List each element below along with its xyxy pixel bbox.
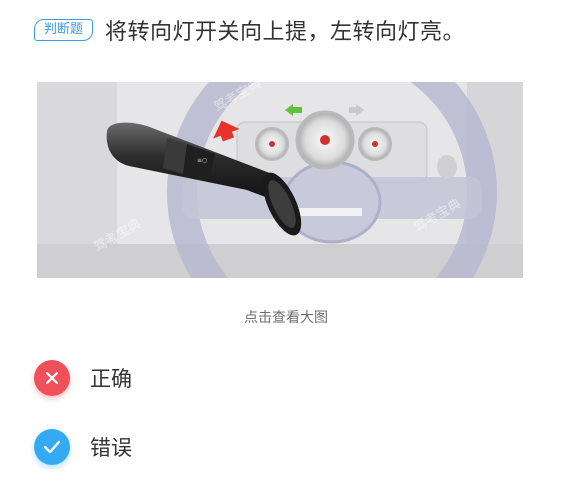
option-label: 错误 [90, 436, 132, 460]
option-correct[interactable]: 正确 [34, 360, 132, 396]
question-header: 判断题 将转向灯开关向上提，左转向灯亮。 [34, 14, 554, 46]
question-image[interactable]: ≡○ 驾考宝典 驾考宝典 驾考宝典 [37, 82, 523, 278]
view-large-image-link[interactable]: 点击查看大图 [0, 307, 572, 327]
option-wrong[interactable]: 错误 [34, 429, 132, 465]
option-label: 正确 [90, 367, 132, 391]
svg-text:≡○: ≡○ [197, 157, 207, 164]
question-type-tag: 判断题 [34, 19, 94, 41]
question-text: 将转向灯开关向上提，左转向灯亮。 [105, 20, 466, 45]
close-icon [34, 360, 70, 396]
check-icon [34, 429, 70, 465]
turn-signal-illustration: ≡○ 驾考宝典 驾考宝典 驾考宝典 [37, 82, 523, 278]
